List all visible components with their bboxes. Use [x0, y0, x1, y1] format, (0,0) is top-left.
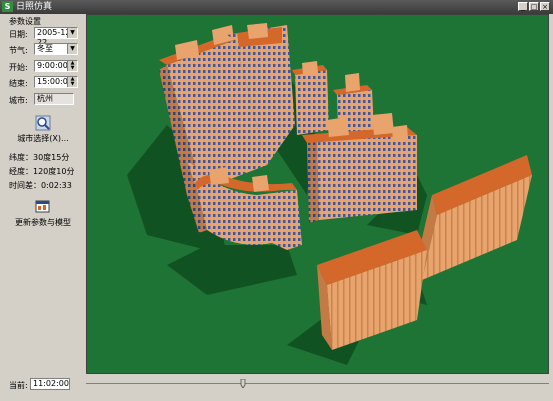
city-select-button[interactable]: 城市选择(X)... — [9, 115, 77, 144]
window-title: 日照仿真 — [16, 2, 53, 12]
longitude-text: 经度：120度10分 — [9, 167, 75, 176]
start-time-field[interactable]: 9:00:00 ▲ ▼ — [34, 60, 78, 72]
season-value: 冬至 — [37, 44, 53, 53]
building-scene — [87, 15, 548, 373]
maximize-button[interactable]: □ — [529, 2, 539, 11]
app-icon: S — [2, 1, 13, 12]
time-slider-thumb[interactable] — [240, 379, 246, 388]
params-group-title: 参数设置 — [9, 17, 41, 26]
city-field: 杭州 — [34, 93, 74, 105]
chevron-down-icon[interactable]: ▼ — [67, 28, 77, 38]
spin-icon[interactable]: ▲ ▼ — [67, 61, 77, 71]
date-picker[interactable]: 2005-12-22 ▼ — [34, 27, 78, 47]
current-time-label: 当前: — [9, 381, 28, 390]
current-time-field[interactable]: 11:02:00 — [30, 378, 70, 390]
end-label: 结束: — [9, 79, 28, 88]
city-select-label: 城市选择(X)... — [17, 134, 69, 143]
update-model-button[interactable]: 更新参数与模型 — [9, 199, 77, 228]
title-bar: S 日照仿真 _ □ × — [0, 0, 553, 14]
season-label: 节气: — [9, 46, 28, 55]
app-window: S 日照仿真 _ □ × 参数设置 日期: 2005-12-22 ▼ 节气: 冬… — [0, 0, 553, 401]
params-panel: 参数设置 日期: 2005-12-22 ▼ 节气: 冬至 ▼ 开始: 9:00:… — [4, 14, 80, 401]
start-value: 9:00:00 — [37, 61, 68, 70]
start-label: 开始: — [9, 63, 28, 72]
time-slider-track[interactable] — [86, 383, 549, 384]
end-time-field[interactable]: 15:00:00 ▲ ▼ — [34, 76, 78, 88]
season-select[interactable]: 冬至 ▼ — [34, 43, 78, 55]
search-icon — [35, 115, 51, 131]
city-label: 城市: — [9, 96, 28, 105]
latitude-text: 纬度：30度15分 — [9, 153, 70, 162]
3d-viewport[interactable] — [86, 14, 549, 374]
chevron-down-icon[interactable]: ▼ — [67, 44, 77, 54]
date-label: 日期: — [9, 30, 28, 39]
close-button[interactable]: × — [540, 2, 550, 11]
spin-icon[interactable]: ▲ ▼ — [67, 77, 77, 87]
interval-text: 时间差：0:02:33 — [9, 181, 72, 190]
minimize-button[interactable]: _ — [518, 2, 528, 11]
update-model-icon — [35, 200, 50, 213]
tower-center — [292, 61, 329, 135]
update-model-label: 更新参数与模型 — [15, 218, 71, 227]
